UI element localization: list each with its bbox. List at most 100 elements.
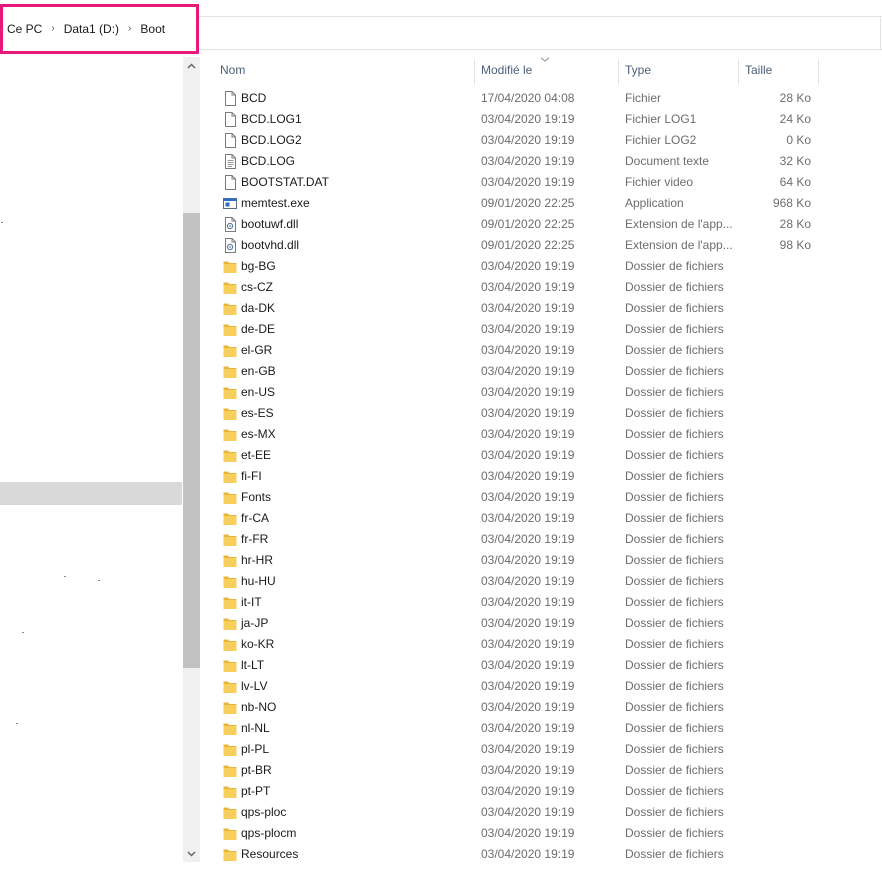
list-item[interactable]: nb-NO 03/04/2020 19:19 Dossier de fichiers [200,697,882,718]
breadcrumb-item-drive[interactable]: Data1 (D:) [64,22,119,36]
nav-speck [1,222,3,223]
list-item[interactable]: Resources 03/04/2020 19:19 Dossier de fich… [200,844,882,865]
list-item[interactable]: BCD.LOG 03/04/2020 19:19 Document texte 32 … [200,151,882,172]
list-item[interactable]: da-DK 03/04/2020 19:19 Dossier de fichiers [200,298,882,319]
file-size [740,298,811,319]
list-item[interactable]: bootuwf.dll 09/01/2020 22:25 Extension de … [200,214,882,235]
column-header-modified[interactable]: Modifié le [481,57,532,85]
list-item[interactable]: et-EE 03/04/2020 19:19 Dossier de fichiers [200,445,882,466]
breadcrumb[interactable]: Ce PC › Data1 (D:) › Boot [0,4,199,54]
list-item[interactable]: fr-CA 03/04/2020 19:19 Dossier de fichiers [200,508,882,529]
file-size [740,508,811,529]
file-type: Dossier de fichiers [625,658,724,672]
list-item[interactable]: ja-JP 03/04/2020 19:19 Dossier de fichiers [200,613,882,634]
file-modified-date: 03/04/2020 19:19 [481,826,575,840]
scroll-thumb[interactable] [183,213,200,668]
file-type: Dossier de fichiers [625,448,724,462]
file-name: Fonts [241,490,272,504]
list-item[interactable]: ko-KR 03/04/2020 19:19 Dossier de fichiers [200,634,882,655]
file-icon [223,91,237,106]
folder-icon [223,553,237,568]
list-item[interactable]: pt-PT 03/04/2020 19:19 Dossier de fichiers [200,781,882,802]
file-name: bg-BG [241,259,276,273]
file-modified-date: 03/04/2020 19:19 [481,658,575,672]
list-item[interactable]: el-GR 03/04/2020 19:19 Dossier de fichiers [200,340,882,361]
list-item[interactable]: memtest.exe 09/01/2020 22:25 Application 96… [200,193,882,214]
nav-scrollbar[interactable] [183,57,200,862]
scroll-down-icon[interactable] [183,845,200,862]
breadcrumb-item-current-folder[interactable]: Boot [140,22,165,36]
file-size [740,823,811,844]
file-modified-date: 03/04/2020 19:19 [481,763,575,777]
file-size [740,424,811,445]
chevron-right-icon[interactable]: › [51,23,54,34]
list-item[interactable]: nl-NL 03/04/2020 19:19 Dossier de fichiers [200,718,882,739]
list-item[interactable]: bg-BG 03/04/2020 19:19 Dossier de fichiers [200,256,882,277]
list-item[interactable]: qps-plocm 03/04/2020 19:19 Dossier de fich… [200,823,882,844]
file-size: 968 Ko [772,196,811,210]
file-name: nb-NO [241,700,277,714]
list-item[interactable]: BOOTSTAT.DAT 03/04/2020 19:19 Fichier vide… [200,172,882,193]
list-item[interactable]: en-US 03/04/2020 19:19 Dossier de fichiers [200,382,882,403]
list-item[interactable]: bootvhd.dll 09/01/2020 22:25 Extension de … [200,235,882,256]
file-modified-date: 03/04/2020 19:19 [481,574,575,588]
column-header-size[interactable]: Taille [745,57,772,85]
file-name: bootvhd.dll [241,238,300,252]
column-divider[interactable] [738,59,739,85]
file-size [740,844,811,865]
folder-icon [223,343,237,358]
file-modified-date: 03/04/2020 19:19 [481,280,575,294]
folder-icon [223,574,237,589]
list-item[interactable]: es-ES 03/04/2020 19:19 Dossier de fichiers [200,403,882,424]
file-name: BCD.LOG [241,154,296,168]
list-item[interactable]: cs-CZ 03/04/2020 19:19 Dossier de fichiers [200,277,882,298]
file-icon [223,133,237,148]
file-type: Dossier de fichiers [625,721,724,735]
column-header-name[interactable]: Nom [220,57,245,85]
list-item[interactable]: it-IT 03/04/2020 19:19 Dossier de fichiers [200,592,882,613]
column-divider[interactable] [474,59,475,85]
list-item[interactable]: qps-ploc 03/04/2020 19:19 Dossier de fichi… [200,802,882,823]
list-item[interactable]: lt-LT 03/04/2020 19:19 Dossier de fichiers [200,655,882,676]
file-modified-date: 03/04/2020 19:19 [481,679,575,693]
list-item[interactable]: es-MX 03/04/2020 19:19 Dossier de fichiers [200,424,882,445]
file-modified-date: 03/04/2020 19:19 [481,532,575,546]
list-item[interactable]: lv-LV 03/04/2020 19:19 Dossier de fichiers [200,676,882,697]
list-item[interactable]: en-GB 03/04/2020 19:19 Dossier de fichiers [200,361,882,382]
breadcrumb-item-this-pc[interactable]: Ce PC [7,22,42,36]
file-type: Dossier de fichiers [625,406,724,420]
file-name: en-GB [241,364,276,378]
file-name: et-EE [241,448,272,462]
file-type: Dossier de fichiers [625,616,724,630]
list-item[interactable]: fr-FR 03/04/2020 19:19 Dossier de fichiers [200,529,882,550]
file-name: lt-LT [241,658,265,672]
chevron-right-icon[interactable]: › [128,23,131,34]
list-item[interactable]: BCD.LOG2 03/04/2020 19:19 Fichier LOG2 0 Ko [200,130,882,151]
file-name: fr-CA [241,511,269,525]
column-divider[interactable] [818,59,819,85]
list-item[interactable]: BCD 17/04/2020 04:08 Fichier 28 Ko [200,88,882,109]
list-item[interactable]: de-DE 03/04/2020 19:19 Dossier de fichiers [200,319,882,340]
list-item[interactable]: BCD.LOG1 03/04/2020 19:19 Fichier LOG1 24 K… [200,109,882,130]
navigation-pane[interactable] [0,57,183,872]
file-type: Fichier [625,91,662,105]
file-name: fi-FI [241,469,262,483]
list-item[interactable]: pl-PL 03/04/2020 19:19 Dossier de fichiers [200,739,882,760]
file-size [740,655,811,676]
folder-icon [223,784,237,799]
file-type: Dossier de fichiers [625,637,724,651]
list-item[interactable]: fi-FI 03/04/2020 19:19 Dossier de fichiers [200,466,882,487]
list-item[interactable]: hr-HR 03/04/2020 19:19 Dossier de fichiers [200,550,882,571]
column-header-type[interactable]: Type [625,57,651,85]
list-item[interactable]: hu-HU 03/04/2020 19:19 Dossier de fichiers [200,571,882,592]
file-size [740,592,811,613]
nav-selected-item[interactable] [0,482,182,505]
file-name: lv-LV [241,679,268,693]
file-icon [223,112,237,127]
scroll-up-icon[interactable] [183,57,200,74]
column-divider[interactable] [618,59,619,85]
list-item[interactable]: pt-BR 03/04/2020 19:19 Dossier de fichiers [200,760,882,781]
folder-icon [223,679,237,694]
file-name: de-DE [241,322,276,336]
list-item[interactable]: Fonts 03/04/2020 19:19 Dossier de fichiers [200,487,882,508]
